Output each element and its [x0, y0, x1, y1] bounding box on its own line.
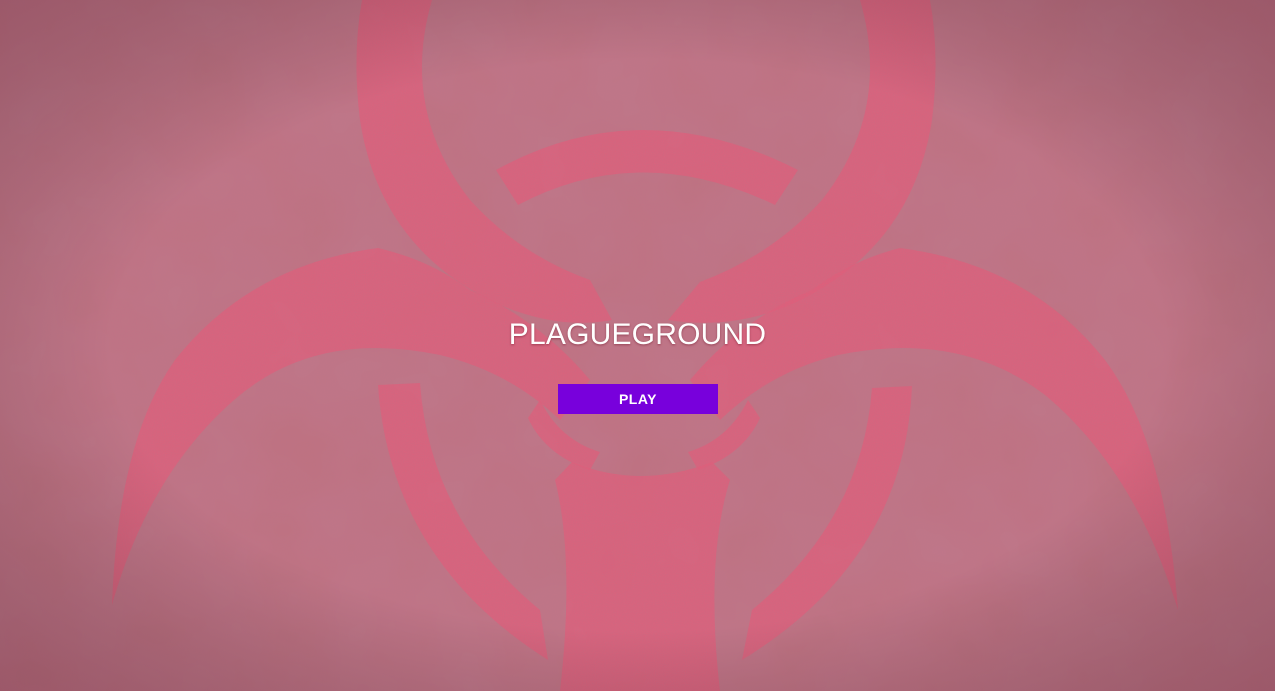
game-title: PLAGUEGROUND	[508, 318, 767, 351]
play-button[interactable]: PLAY	[558, 384, 718, 414]
title-screen: PLAGUEGROUND PLAY	[0, 0, 1275, 691]
